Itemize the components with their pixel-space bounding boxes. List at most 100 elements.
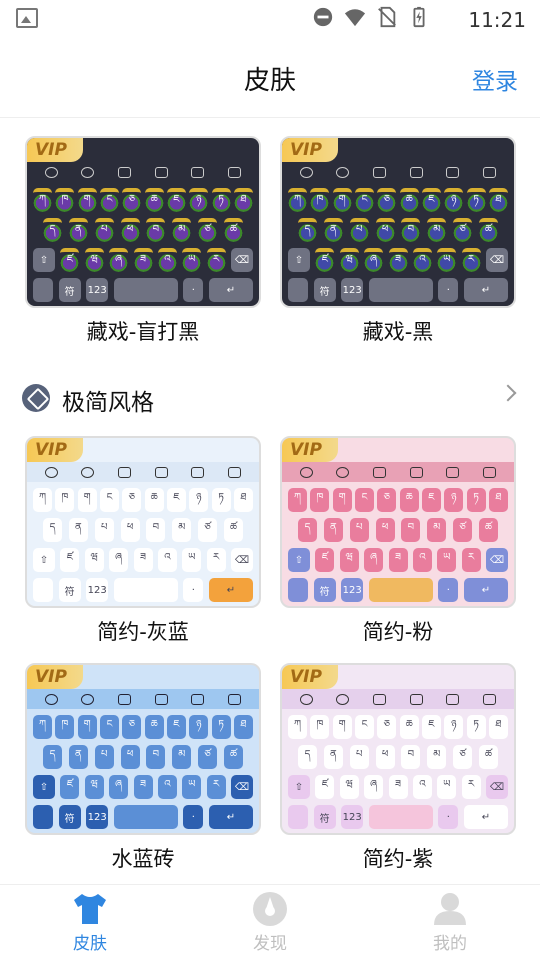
- key: ཝ: [84, 548, 104, 572]
- key: ཙ: [198, 518, 218, 542]
- key: ན: [68, 218, 88, 242]
- key: ཡ: [182, 548, 202, 572]
- key: ཀ: [33, 488, 52, 512]
- key: ཟ: [133, 548, 153, 572]
- login-button[interactable]: 登录: [472, 62, 518, 96]
- vip-badge: VIP: [27, 138, 83, 162]
- edit-icon: [409, 166, 423, 178]
- key: ཏ: [466, 188, 486, 212]
- key: བ: [401, 218, 421, 242]
- space-key: [368, 578, 433, 602]
- key-row: ཀཁགངཅཆཇཉཏཐ: [288, 188, 508, 212]
- edit-icon: [154, 693, 168, 705]
- chevron-right-icon[interactable]: [499, 384, 517, 402]
- key: ག: [332, 188, 352, 212]
- key: ཞ: [109, 248, 129, 272]
- key: ཛ: [315, 248, 335, 272]
- key: མ: [427, 218, 447, 242]
- shift-key-icon: ⇧: [33, 775, 55, 799]
- skin-card-0[interactable]: VIP ཀ ཁ ག ང ཅ ཆ ཇ ཉ ཏ ཐ ད ན པ ཕ བ མ ཙ ཚ ⇧ ཛ ཝ ཞ ཟ འ ཡ ར ⌫ 符 123 · ↵ 藏戏-…: [25, 136, 261, 344]
- key: ཏ: [466, 488, 486, 512]
- collapse-icon: [483, 466, 497, 478]
- globe-key-icon: [288, 278, 308, 302]
- number-key: 123: [341, 578, 364, 602]
- key: ཡ: [437, 775, 457, 799]
- number-key: 123: [341, 805, 364, 829]
- status-bar: 11:21: [0, 0, 540, 38]
- edit-icon: [409, 466, 423, 478]
- skin-card-2[interactable]: VIP ཀ ཁ ག ང ཅ ཆ ཇ ཉ ཏ ཐ ད ན པ ཕ བ མ ཙ ཚ ⇧ ཛ ཝ ཞ ཟ འ ཡ ར ⌫ 符 123 · ↵ 简约-…: [25, 436, 261, 644]
- logo-icon: [299, 466, 313, 478]
- key: ཙ: [198, 218, 218, 242]
- keyboard-preview: VIP ཀ ཁ ག ང ཅ ཆ ཇ ཉ ཏ ཐ ད ན པ ཕ བ མ ཙ ཚ ⇧ ཛ ཝ ཞ ཟ འ ཡ ར ⌫ 符 123 · ↵: [280, 136, 516, 308]
- nav-item-discover[interactable]: 发现: [210, 885, 330, 961]
- key: ཞ: [364, 248, 384, 272]
- key: ཐ: [488, 488, 508, 512]
- skin-card-1[interactable]: VIP ཀ ཁ ག ང ཅ ཆ ཇ ཉ ཏ ཐ ད ན པ ཕ བ མ ཙ ཚ ⇧ ཛ ཝ ཞ ཟ འ ཡ ར ⌫ 符 123 · ↵ 藏戏-…: [280, 136, 516, 344]
- key-row: དནཔཕབམཙཚ: [298, 518, 498, 542]
- key: ཇ: [166, 488, 186, 512]
- keyboard-toolbar: [27, 162, 259, 182]
- key: བ: [401, 518, 421, 542]
- skin-card-4[interactable]: VIP ཀ ཁ ག ང ཅ ཆ ཇ ཉ ཏ ཐ ད ན པ ཕ བ མ ཙ ཚ ⇧ ཛ ཝ ཞ ཟ འ ཡ ར ⌫ 符 123 · ↵ 水蓝砖: [25, 663, 261, 871]
- space-key: [113, 805, 178, 829]
- key: ཀ: [33, 715, 52, 739]
- key: ག: [332, 715, 352, 739]
- page-title: 皮肤: [243, 66, 296, 96]
- keyboard-toolbar: [27, 462, 259, 482]
- key: ར: [206, 775, 226, 799]
- keyboard-icon: [373, 166, 387, 178]
- key: ཛ: [315, 548, 335, 572]
- skin-label: 简约-粉: [362, 620, 434, 644]
- number-key: 123: [86, 805, 109, 829]
- key: ཏ: [466, 715, 486, 739]
- key: ཇ: [166, 715, 186, 739]
- section-header-minimal-style[interactable]: 极简风格: [22, 381, 522, 416]
- key: ཅ: [377, 488, 397, 512]
- section-title: 极简风格: [62, 390, 154, 416]
- key: འ: [412, 248, 432, 272]
- number-key: 123: [86, 278, 109, 302]
- key: ང: [354, 188, 374, 212]
- keyboard-toolbar: [282, 162, 514, 182]
- skin-card-5[interactable]: VIP ཀ ཁ ག ང ཅ ཆ ཇ ཉ ཏ ཐ ད ན པ ཕ བ མ ཙ ཚ ⇧ ཛ ཝ ཞ ཟ འ ཡ ར ⌫ 符 123 · ↵ 简约-…: [280, 663, 516, 871]
- status-time: 11:21: [468, 8, 526, 32]
- skin-label: 简约-灰蓝: [97, 620, 189, 644]
- key: བ: [146, 518, 166, 542]
- dot-key: ·: [183, 805, 204, 829]
- tshirt-icon: [74, 894, 106, 924]
- key: ཕ: [120, 218, 140, 242]
- key: མ: [172, 218, 192, 242]
- symbol-key: 符: [313, 805, 336, 829]
- key-row-bottom: 符 123 · ↵: [288, 578, 508, 602]
- backspace-key-icon: ⌫: [231, 248, 253, 272]
- key: ད: [298, 218, 317, 242]
- mic-icon: [446, 466, 460, 478]
- skin-card-3[interactable]: VIP ཀ ཁ ག ང ཅ ཆ ཇ ཉ ཏ ཐ ད ན པ ཕ བ མ ཙ ཚ ⇧ ཛ ཝ ཞ ཟ འ ཡ ར ⌫ 符 123 · ↵ 简约-…: [280, 436, 516, 644]
- backspace-key-icon: ⌫: [231, 775, 253, 799]
- key: ཚ: [478, 518, 498, 542]
- key: ཟ: [388, 548, 408, 572]
- key-row-bottom: 符 123 · ↵: [33, 805, 253, 829]
- backspace-key-icon: ⌫: [486, 548, 508, 572]
- key: ད: [43, 518, 62, 542]
- shift-key-icon: ⇧: [288, 248, 310, 272]
- key: ཉ: [189, 488, 209, 512]
- edit-icon: [154, 166, 168, 178]
- key: ཝ: [339, 775, 359, 799]
- key: ཞ: [109, 775, 129, 799]
- space-key: [113, 278, 178, 302]
- key: ག: [77, 188, 97, 212]
- key: ད: [298, 745, 317, 769]
- key: ཚ: [478, 745, 498, 769]
- key: ག: [332, 488, 352, 512]
- nav-item-skin[interactable]: 皮肤: [30, 885, 150, 961]
- key: ཀ: [33, 188, 52, 212]
- keyboard-preview: VIP ཀ ཁ ག ང ཅ ཆ ཇ ཉ ཏ ཐ ད ན པ ཕ བ མ ཙ ཚ ⇧ ཛ ཝ ཞ ཟ འ ཡ ར ⌫ 符 123 · ↵: [25, 136, 261, 308]
- key: ཁ: [55, 715, 75, 739]
- nav-item-mine[interactable]: 我的: [390, 885, 510, 961]
- keyboard-preview: VIP ཀ ཁ ག ང ཅ ཆ ཇ ཉ ཏ ཐ ད ན པ ཕ བ མ ཙ ཚ ⇧ ཛ ཝ ཞ ཟ འ ཡ ར ⌫ 符 123 · ↵: [280, 663, 516, 835]
- globe-key-icon: [33, 805, 53, 829]
- key: འ: [412, 775, 432, 799]
- keyboard-icon: [118, 166, 132, 178]
